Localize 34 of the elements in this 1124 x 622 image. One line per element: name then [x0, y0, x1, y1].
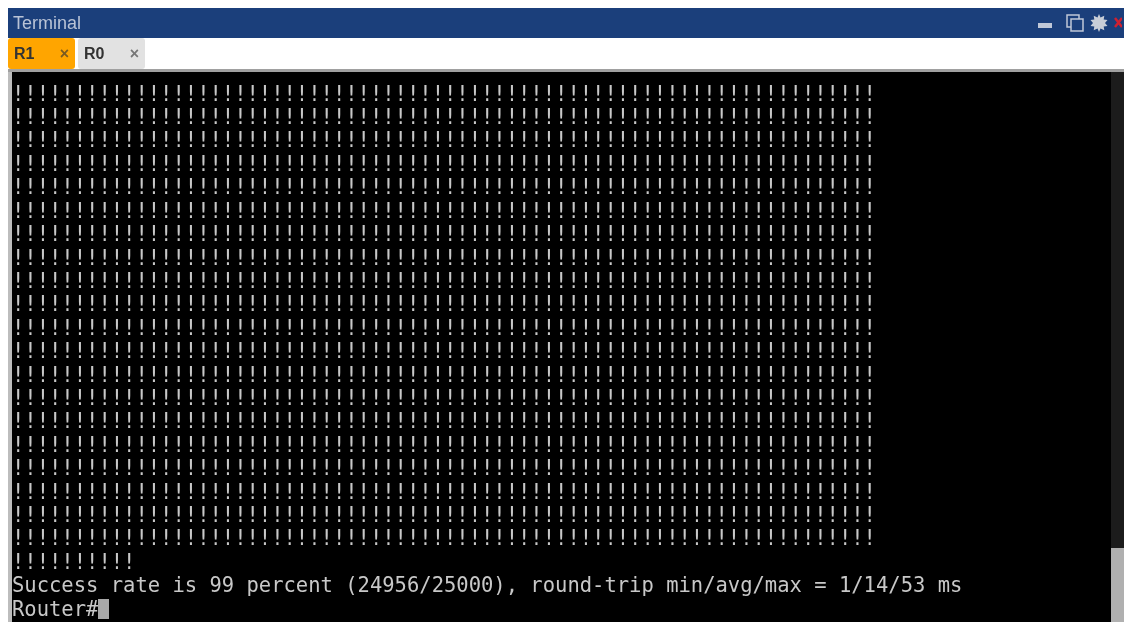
output-line: !!!!!!!!!!!!!!!!!!!!!!!!!!!!!!!!!!!!!!!!!!!!!!!!!!!!!!!!!!!!!!!!!!!!!!: [12, 82, 876, 107]
output-line: !!!!!!!!!!!!!!!!!!!!!!!!!!!!!!!!!!!!!!!!!!!!!!!!!!!!!!!!!!!!!!!!!!!!!!: [12, 106, 876, 130]
output-line: !!!!!!!!!!!!!!!!!!!!!!!!!!!!!!!!!!!!!!!!!!!!!!!!!!!!!!!!!!!!!!!!!!!!!!: [12, 269, 876, 294]
output-line: !!!!!!!!!!!!!!!!!!!!!!!!!!!!!!!!!!!!!!!!!!!!!!!!!!!!!!!!!!!!!!!!!!!!!!: [12, 340, 876, 364]
window-title: Terminal: [13, 11, 82, 35]
output-line: !!!!!!!!!!!!!!!!!!!!!!!!!!!!!!!!!!!!!!!!!!!!!!!!!!!!!!!!!!!!!!!!!!!!!!: [12, 527, 876, 551]
scrollbar[interactable]: [1111, 72, 1124, 622]
tab[interactable]: R0 ×: [78, 38, 145, 69]
output-line: !!!!!!!!!!!!!!!!!!!!!!!!!!!!!!!!!!!!!!!!!!!!!!!!!!!!!!!!!!!!!!!!!!!!!!: [12, 223, 876, 247]
cursor-icon: [98, 599, 110, 620]
restore-icon[interactable]: [1066, 14, 1084, 32]
output-line: !!!!!!!!!!: [12, 550, 136, 575]
output-line: !!!!!!!!!!!!!!!!!!!!!!!!!!!!!!!!!!!!!!!!!!!!!!!!!!!!!!!!!!!!!!!!!!!!!!: [12, 480, 876, 504]
tab-close-button[interactable]: ×: [59, 41, 69, 66]
output-line: !!!!!!!!!!!!!!!!!!!!!!!!!!!!!!!!!!!!!!!!!!!!!!!!!!!!!!!!!!!!!!!!!!!!!!: [12, 457, 876, 481]
output-line: !!!!!!!!!!!!!!!!!!!!!!!!!!!!!!!!!!!!!!!!!!!!!!!!!!!!!!!!!!!!!!!!!!!!!!: [12, 199, 876, 224]
minimize-icon[interactable]: [1038, 23, 1052, 29]
prompt: Router#: [12, 597, 99, 621]
output-line: !!!!!!!!!!!!!!!!!!!!!!!!!!!!!!!!!!!!!!!!!!!!!!!!!!!!!!!!!!!!!!!!!!!!!!: [12, 363, 876, 387]
tab-close-button[interactable]: ×: [129, 41, 139, 66]
scrollbar-thumb[interactable]: [1111, 548, 1124, 622]
gear-icon[interactable]: [1090, 14, 1108, 32]
output-line: !!!!!!!!!!!!!!!!!!!!!!!!!!!!!!!!!!!!!!!!!!!!!!!!!!!!!!!!!!!!!!!!!!!!!!: [12, 503, 876, 528]
output-line: !!!!!!!!!!!!!!!!!!!!!!!!!!!!!!!!!!!!!!!!!!!!!!!!!!!!!!!!!!!!!!!!!!!!!!: [12, 410, 876, 434]
output-line: !!!!!!!!!!!!!!!!!!!!!!!!!!!!!!!!!!!!!!!!!!!!!!!!!!!!!!!!!!!!!!!!!!!!!!: [12, 246, 876, 270]
tab[interactable]: R1 ×: [8, 38, 75, 69]
output-line: !!!!!!!!!!!!!!!!!!!!!!!!!!!!!!!!!!!!!!!!!!!!!!!!!!!!!!!!!!!!!!!!!!!!!!: [12, 129, 876, 153]
output-line: !!!!!!!!!!!!!!!!!!!!!!!!!!!!!!!!!!!!!!!!!!!!!!!!!!!!!!!!!!!!!!!!!!!!!!: [12, 293, 876, 317]
output-line: !!!!!!!!!!!!!!!!!!!!!!!!!!!!!!!!!!!!!!!!!!!!!!!!!!!!!!!!!!!!!!!!!!!!!!: [12, 152, 876, 177]
output-line: !!!!!!!!!!!!!!!!!!!!!!!!!!!!!!!!!!!!!!!!!!!!!!!!!!!!!!!!!!!!!!!!!!!!!!: [12, 386, 876, 411]
output-line: !!!!!!!!!!!!!!!!!!!!!!!!!!!!!!!!!!!!!!!!!!!!!!!!!!!!!!!!!!!!!!!!!!!!!!: [12, 433, 876, 458]
output-line: Success rate is 99 percent (24956/25000), round-trip min/avg/max = 1/14/53 ms: [12, 574, 963, 598]
output-line: !!!!!!!!!!!!!!!!!!!!!!!!!!!!!!!!!!!!!!!!!!!!!!!!!!!!!!!!!!!!!!!!!!!!!!: [12, 176, 876, 200]
output-line: !!!!!!!!!!!!!!!!!!!!!!!!!!!!!!!!!!!!!!!!!!!!!!!!!!!!!!!!!!!!!!!!!!!!!!: [12, 316, 876, 341]
